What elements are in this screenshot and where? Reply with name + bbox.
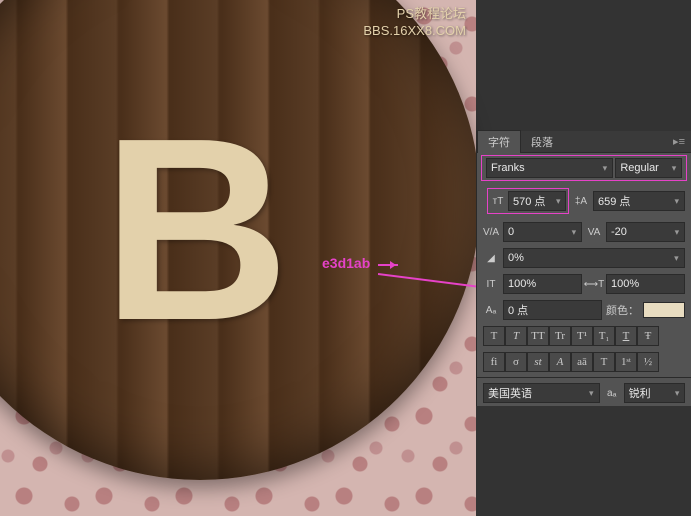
chevron-down-icon[interactable]: ▾ <box>672 227 682 238</box>
vscale-icon: IT <box>483 276 499 292</box>
scale-pct-row: ◢ ▾ <box>477 245 691 271</box>
smallcaps-button[interactable]: Tr <box>549 326 571 346</box>
baseline-color-row: Aₐ 颜色： <box>477 297 691 323</box>
kerning-row: V/A ▾ VA ▾ <box>477 219 691 245</box>
font-style-select[interactable]: ▾ <box>615 158 682 178</box>
chevron-down-icon[interactable]: ▾ <box>586 388 597 399</box>
scale-pct-icon: ◢ <box>483 250 499 266</box>
font-size-group: тT ▾ <box>487 188 569 214</box>
flyout-menu-icon[interactable]: ▸≡ <box>667 135 691 148</box>
panel-tabs: 字符 段落 ▸≡ <box>477 131 691 153</box>
scale-pct-field[interactable]: ▾ <box>503 248 685 268</box>
ligature-button[interactable]: fi <box>483 352 505 372</box>
font-family-select[interactable]: ▾ <box>486 158 613 178</box>
vscale-input[interactable] <box>506 278 579 290</box>
character-panel: 字符 段落 ▸≡ ▾ ▾ тT ▾ ‡A ▾ V/A ▾ <box>476 131 691 406</box>
ordinals-button[interactable]: 1ˢᵗ <box>615 352 637 372</box>
chevron-down-icon[interactable]: ▾ <box>553 196 563 207</box>
contextual-button[interactable]: σ <box>505 352 527 372</box>
leading-input[interactable] <box>596 195 672 207</box>
font-size-input[interactable] <box>511 195 553 207</box>
chevron-down-icon[interactable]: ▾ <box>669 163 679 174</box>
stylistic-button[interactable]: aā <box>571 352 593 372</box>
antialias-select[interactable]: ▾ <box>624 383 685 403</box>
hscale-icon: ⟷T <box>586 276 602 292</box>
hscale-input[interactable] <box>609 278 682 290</box>
separator <box>477 377 691 378</box>
hscale-field[interactable] <box>606 274 685 294</box>
font-family-input[interactable] <box>489 162 599 174</box>
chevron-down-icon[interactable]: ▾ <box>599 163 610 174</box>
tracking-icon: VA <box>586 224 602 240</box>
discretionary-button[interactable]: st <box>527 352 549 372</box>
superscript-button[interactable]: T¹ <box>571 326 593 346</box>
font-family-row: ▾ ▾ <box>481 155 687 181</box>
underline-button[interactable]: T <box>615 326 637 346</box>
color-annotation: e3d1ab <box>322 255 370 271</box>
color-swatch[interactable] <box>643 302 685 318</box>
font-size-icon: тT <box>490 193 506 209</box>
chevron-down-icon[interactable]: ▾ <box>672 388 682 399</box>
text-layer-letter[interactable]: B <box>102 100 290 360</box>
tab-paragraph[interactable]: 段落 <box>521 131 563 153</box>
tracking-input[interactable] <box>609 226 672 238</box>
language-select[interactable]: ▾ <box>483 383 600 403</box>
subscript-button[interactable]: T₁ <box>593 326 615 346</box>
size-leading-row: тT ▾ ‡A ▾ <box>477 183 691 219</box>
vscale-field[interactable] <box>503 274 582 294</box>
chevron-down-icon[interactable]: ▾ <box>569 227 579 238</box>
fractions-button[interactable]: ½ <box>637 352 659 372</box>
baseline-icon: Aₐ <box>483 302 499 318</box>
style-buttons-row: T T TT Tr T¹ T₁ T Ŧ <box>477 323 691 349</box>
opentype-row: fi σ st A aā T 1ˢᵗ ½ <box>477 349 691 375</box>
font-style-input[interactable] <box>618 162 669 174</box>
bold-button[interactable]: T <box>483 326 505 346</box>
vh-scale-row: IT ⟷T <box>477 271 691 297</box>
kerning-icon: V/A <box>483 224 499 240</box>
font-size-field[interactable]: ▾ <box>508 191 566 211</box>
strikethrough-button[interactable]: Ŧ <box>637 326 659 346</box>
canvas-area: B PS教程论坛 BBS.16XX8.COM e3d1ab <box>0 0 476 516</box>
chevron-down-icon[interactable]: ▾ <box>671 253 682 264</box>
tab-character[interactable]: 字符 <box>477 130 521 153</box>
baseline-field[interactable] <box>503 300 602 320</box>
allcaps-button[interactable]: TT <box>527 326 549 346</box>
swash-button[interactable]: A <box>549 352 571 372</box>
watermark-line2: BBS.16XX8.COM <box>363 23 466 40</box>
kerning-field[interactable]: ▾ <box>503 222 582 242</box>
arrow-to-letter <box>378 264 398 266</box>
kerning-input[interactable] <box>506 226 569 238</box>
scale-pct-input[interactable] <box>506 252 671 264</box>
watermark: PS教程论坛 BBS.16XX8.COM <box>363 6 466 40</box>
language-input[interactable] <box>486 387 586 399</box>
antialias-input[interactable] <box>627 387 673 399</box>
tracking-field[interactable]: ▾ <box>606 222 685 242</box>
italic-button[interactable]: T <box>505 326 527 346</box>
leading-icon: ‡A <box>573 193 589 209</box>
titling-button[interactable]: T <box>593 352 615 372</box>
watermark-line1: PS教程论坛 <box>363 6 466 23</box>
leading-field[interactable]: ▾ <box>593 191 685 211</box>
lang-row: ▾ aₐ ▾ <box>477 380 691 406</box>
antialias-icon: aₐ <box>604 385 620 401</box>
color-label: 颜色： <box>606 302 639 318</box>
baseline-input[interactable] <box>506 304 599 316</box>
chevron-down-icon[interactable]: ▾ <box>672 196 682 207</box>
